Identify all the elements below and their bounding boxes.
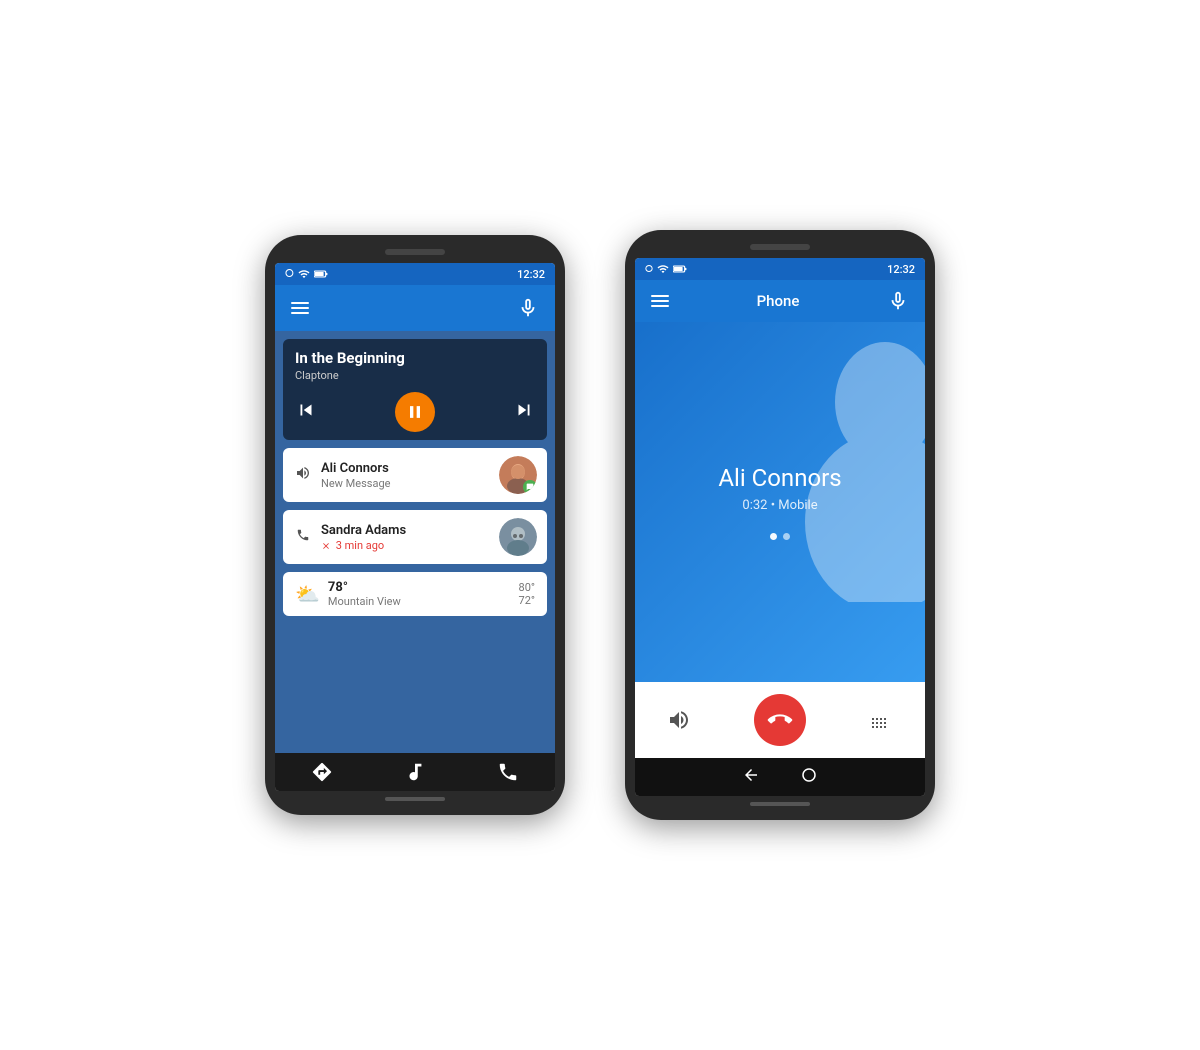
back-button[interactable]	[742, 766, 760, 788]
phone-2-time: 12:32	[887, 263, 915, 276]
phone-1-content: In the Beginning Claptone	[275, 331, 555, 753]
phone-2-header: Phone	[635, 280, 925, 322]
phone-2-nav-bar	[635, 758, 925, 796]
notification-ali-sub: New Message	[321, 477, 491, 490]
call-pagination-dots	[770, 533, 790, 540]
phone-1-time: 12:32	[517, 268, 545, 281]
phone-2-hamburger-menu[interactable]	[651, 295, 669, 307]
phone-button[interactable]	[497, 761, 519, 783]
phone-2: ⭘︎ 12:32 Phone	[625, 230, 935, 820]
call-duration: 0:32 • Mobile	[718, 498, 841, 513]
phone-2-header-title: Phone	[757, 292, 800, 310]
phone-1-bottom-nav	[275, 753, 555, 791]
phones-container: ⭘︎ 12:32	[265, 230, 935, 820]
phone-2-screen: ⭘︎ 12:32 Phone	[635, 258, 925, 796]
phone-2-home-bar	[750, 802, 810, 806]
notification-sandra-name: Sandra Adams	[321, 523, 491, 538]
notification-sandra[interactable]: Sandra Adams 3 min ago	[283, 510, 547, 564]
weather-high: 80°	[519, 581, 535, 594]
hamburger-menu-button[interactable]	[291, 302, 309, 314]
phone-1-speaker	[385, 249, 445, 255]
message-badge	[523, 480, 537, 494]
battery-icon	[314, 269, 328, 279]
music-artist: Claptone	[295, 369, 535, 382]
phone-1-status-icons: ⭘︎	[285, 267, 328, 281]
pause-button[interactable]	[395, 392, 435, 432]
weather-icon: ⛅	[295, 582, 320, 606]
notification-ali-name: Ali Connors	[321, 461, 491, 476]
weather-text: 78° Mountain View	[328, 580, 519, 608]
home-button[interactable]	[800, 766, 818, 788]
phone-2-speaker	[750, 244, 810, 250]
call-avatar-background-image	[745, 322, 925, 602]
p2-battery-icon	[673, 264, 687, 274]
weather-temp: 78°	[328, 580, 519, 595]
sandra-avatar-svg	[499, 518, 537, 556]
call-dot-1	[770, 533, 777, 540]
call-contact-info: Ali Connors 0:32 • Mobile	[718, 464, 841, 513]
audio-button[interactable]	[404, 761, 426, 783]
phone-2-call-body: Ali Connors 0:32 • Mobile	[635, 322, 925, 682]
phone-2-status-bar: ⭘︎ 12:32	[635, 258, 925, 280]
speaker-button[interactable]	[667, 708, 691, 732]
next-button[interactable]	[513, 399, 535, 426]
end-call-button[interactable]	[743, 683, 817, 757]
phone-1-screen: ⭘︎ 12:32	[275, 263, 555, 791]
weather-low: 72°	[519, 594, 535, 607]
phone-1-status-bar: ⭘︎ 12:32	[275, 263, 555, 285]
p2-bluetooth-icon: ⭘︎	[645, 264, 653, 275]
weather-location: Mountain View	[328, 595, 519, 608]
prev-button[interactable]	[295, 399, 317, 426]
phone-1-header	[275, 285, 555, 331]
bluetooth-icon: ⭘︎	[285, 267, 294, 281]
notification-ali[interactable]: Ali Connors New Message	[283, 448, 547, 502]
music-card[interactable]: In the Beginning Claptone	[283, 339, 547, 440]
phone-2-status-icons: ⭘︎	[645, 263, 687, 275]
notification-sandra-sub: 3 min ago	[321, 539, 491, 552]
music-title: In the Beginning	[295, 349, 535, 367]
navigation-button[interactable]	[311, 761, 333, 783]
notification-ali-text: Ali Connors New Message	[321, 461, 491, 490]
notification-sandra-avatar	[499, 518, 537, 556]
signal-icon	[298, 268, 310, 280]
phone-1-home-bar	[385, 797, 445, 801]
phone-1: ⭘︎ 12:32	[265, 235, 565, 815]
phone-2-microphone-icon[interactable]	[887, 290, 909, 312]
notification-ali-avatar	[499, 456, 537, 494]
speaker-icon	[293, 465, 313, 485]
call-contact-name: Ali Connors	[718, 464, 841, 492]
music-controls	[295, 392, 535, 432]
keypad-button[interactable]	[869, 708, 893, 732]
call-dot-2	[783, 533, 790, 540]
weather-range: 80° 72°	[519, 581, 535, 607]
microphone-icon[interactable]	[517, 297, 539, 319]
notification-sandra-text: Sandra Adams 3 min ago	[321, 523, 491, 552]
call-controls	[635, 682, 925, 758]
weather-card: ⛅ 78° Mountain View 80° 72°	[283, 572, 547, 616]
p2-signal-icon	[657, 263, 669, 275]
phone-call-icon	[293, 528, 313, 546]
